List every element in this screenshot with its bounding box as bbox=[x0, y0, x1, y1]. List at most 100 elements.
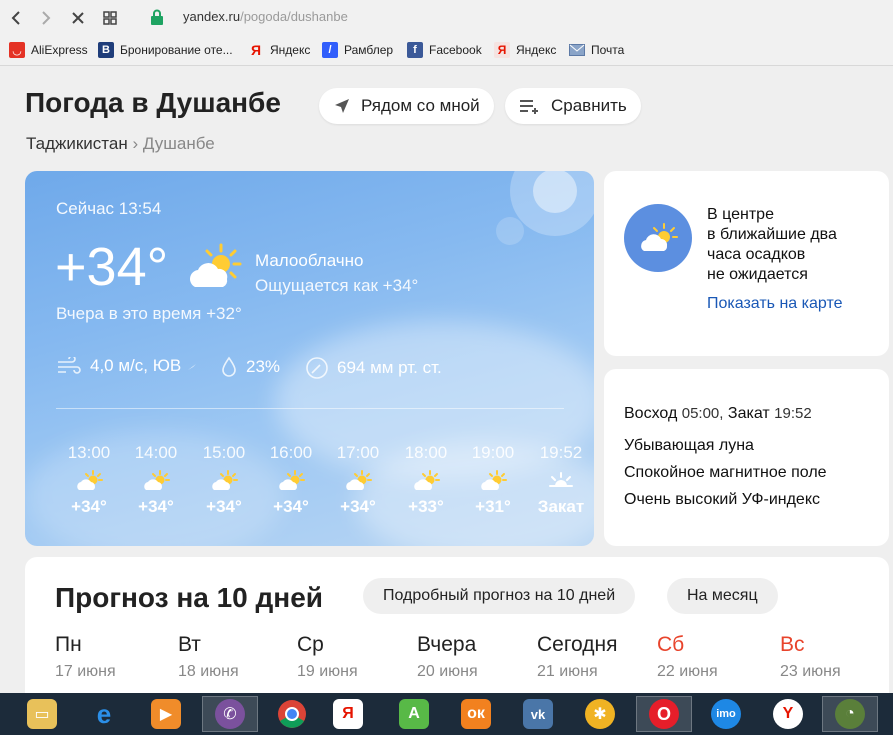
opera-icon: O bbox=[649, 699, 679, 729]
precipitation-icon-circle bbox=[624, 204, 692, 272]
aliexpress-icon: ◡ bbox=[9, 42, 25, 58]
taskbar-app-a[interactable]: A bbox=[386, 696, 442, 732]
show-on-map-link[interactable]: Показать на карте bbox=[707, 295, 842, 313]
forward-button[interactable] bbox=[34, 6, 58, 30]
hourly-item: 15:00 +34° bbox=[194, 443, 254, 517]
address-bar[interactable]: yandex.ru/pogoda/dushanbe bbox=[183, 9, 348, 24]
taskbar-odnoklassniki[interactable]: ок bbox=[448, 696, 504, 732]
taskbar-chrome[interactable] bbox=[264, 696, 320, 732]
bookmark-label: AliExpress bbox=[31, 43, 88, 57]
tabs-grid-button[interactable] bbox=[98, 6, 122, 30]
imo-icon: imo bbox=[711, 699, 741, 729]
breadcrumb-country[interactable]: Таджикистан bbox=[26, 134, 128, 153]
hourly-value: +33° bbox=[408, 497, 444, 516]
stop-button[interactable] bbox=[66, 6, 90, 30]
sunset-label: Закат bbox=[727, 405, 770, 422]
forecast-day[interactable]: Вчера 20 июня bbox=[417, 633, 478, 681]
bookmarks-bar: ◡ AliExpress B Бронирование оте... Я Янд… bbox=[0, 36, 893, 66]
hourly-time: 15:00 bbox=[202, 443, 246, 462]
moon-phase: Убывающая луна bbox=[624, 437, 754, 454]
back-button[interactable] bbox=[4, 6, 28, 30]
precipitation-line: В центре bbox=[707, 206, 774, 223]
facebook-icon: f bbox=[407, 42, 423, 58]
forecast-day[interactable]: Вс 23 июня bbox=[780, 633, 841, 681]
url-host: yandex.ru bbox=[183, 9, 241, 24]
forecast-day[interactable]: Пн 17 июня bbox=[55, 633, 116, 681]
hourly-time: 19:52 bbox=[539, 443, 583, 462]
month-forecast-button[interactable]: На месяц bbox=[667, 578, 778, 614]
hourly-value: +34° bbox=[273, 497, 309, 516]
hourly-item: 13:00 +34° bbox=[59, 443, 119, 517]
day-name: Пн bbox=[55, 633, 82, 656]
partly-cloudy-icon bbox=[59, 467, 119, 495]
current-weather-card[interactable]: Сейчас 13:54 +34° Малооблачно Ощущается … bbox=[25, 171, 594, 546]
taskbar-file-explorer[interactable]: ▭ bbox=[14, 696, 70, 732]
bookmark-booking[interactable]: B Бронирование оте... bbox=[98, 42, 233, 58]
pressure-stat: 694 мм рт. ст. bbox=[305, 356, 442, 380]
wind-stat: 4,0 м/с, ЮВ bbox=[56, 356, 205, 376]
forecast-day[interactable]: Ср 19 июня bbox=[297, 633, 358, 681]
hourly-time: 17:00 bbox=[336, 443, 380, 462]
bookmark-label: Яндекс bbox=[270, 43, 311, 57]
hourly-value: +34° bbox=[206, 497, 242, 516]
sunset-time: 19:52 bbox=[774, 405, 812, 422]
compare-label: Сравнить bbox=[551, 96, 627, 115]
rambler-icon: / bbox=[322, 42, 338, 58]
taskbar-internet-explorer[interactable]: e bbox=[76, 696, 132, 732]
chevron-left-icon bbox=[11, 11, 20, 25]
nearby-button[interactable]: Рядом со мной bbox=[319, 88, 494, 124]
taskbar-app-wheel[interactable]: ✱ bbox=[572, 696, 628, 732]
taskbar-imo[interactable]: imo bbox=[698, 696, 754, 732]
taskbar-network[interactable]: ◔ bbox=[822, 696, 878, 732]
compare-button[interactable]: Сравнить bbox=[505, 88, 641, 124]
day-name: Сегодня bbox=[537, 633, 618, 656]
partly-cloudy-icon bbox=[463, 467, 523, 495]
hourly-value: +34° bbox=[138, 497, 174, 516]
hourly-time: 14:00 bbox=[134, 443, 178, 462]
bookmark-yandex-2[interactable]: Я Яндекс bbox=[494, 42, 556, 58]
sunrise-time: 05:00, bbox=[681, 405, 724, 422]
day-name: Ср bbox=[297, 633, 324, 656]
taskbar-media-player[interactable]: ▶ bbox=[138, 696, 194, 732]
day-name: Вт bbox=[178, 633, 201, 656]
sun-glare-icon bbox=[496, 171, 594, 245]
pressure-value: 694 мм рт. ст. bbox=[337, 358, 442, 377]
yandex-browser-icon: Я bbox=[333, 699, 363, 729]
bookmark-aliexpress[interactable]: ◡ AliExpress bbox=[9, 42, 88, 58]
weather-page: Погода в Душанбе Рядом со мной Сравнить … bbox=[0, 67, 893, 697]
taskbar-yandex[interactable]: Y bbox=[760, 696, 816, 732]
forecast-day[interactable]: Вт 18 июня bbox=[178, 633, 239, 681]
partly-cloudy-icon bbox=[328, 467, 388, 495]
precipitation-line: не ожидается bbox=[707, 266, 808, 283]
hourly-item: 18:00 +33° bbox=[396, 443, 456, 517]
day-date: 18 июня bbox=[178, 663, 239, 680]
detailed-forecast-button[interactable]: Подробный прогноз на 10 дней bbox=[363, 578, 636, 614]
divider bbox=[56, 408, 564, 409]
day-date: 19 июня bbox=[297, 663, 358, 680]
bookmark-label: Рамблер bbox=[344, 43, 394, 57]
uv-index: Очень высокий УФ-индекс bbox=[624, 491, 821, 508]
current-temperature: +34° bbox=[55, 237, 169, 297]
forecast-day[interactable]: Сегодня 21 июня bbox=[537, 633, 617, 681]
hourly-time: 16:00 bbox=[269, 443, 313, 462]
bookmark-mail[interactable]: Почта bbox=[569, 42, 624, 58]
condition-text: Малооблачно bbox=[255, 251, 364, 270]
mail-icon bbox=[569, 42, 585, 58]
taskbar-viber[interactable]: ✆ bbox=[202, 696, 258, 732]
partly-cloudy-icon bbox=[396, 467, 456, 495]
bookmark-label: Facebook bbox=[429, 43, 482, 57]
bookmark-yandex[interactable]: Я Яндекс bbox=[248, 42, 310, 58]
taskbar-opera[interactable]: O bbox=[636, 696, 692, 732]
wind-icon bbox=[58, 357, 81, 374]
forecast-day[interactable]: Сб 22 июня bbox=[657, 633, 718, 681]
day-name: Вс bbox=[780, 633, 805, 656]
internet-explorer-icon: e bbox=[96, 698, 112, 729]
yandex-y-icon: Y bbox=[773, 699, 803, 729]
bookmark-facebook[interactable]: f Facebook bbox=[407, 42, 482, 58]
taskbar-yandex-browser[interactable]: Я bbox=[320, 696, 376, 732]
taskbar-vk[interactable]: vk bbox=[510, 696, 566, 732]
sunrise-sunset-line: Восход 05:00, Закат 19:52 bbox=[624, 405, 812, 423]
hourly-value: +34° bbox=[340, 497, 376, 516]
bookmark-rambler[interactable]: / Рамблер bbox=[322, 42, 393, 58]
yandex-icon: Я bbox=[250, 42, 262, 58]
